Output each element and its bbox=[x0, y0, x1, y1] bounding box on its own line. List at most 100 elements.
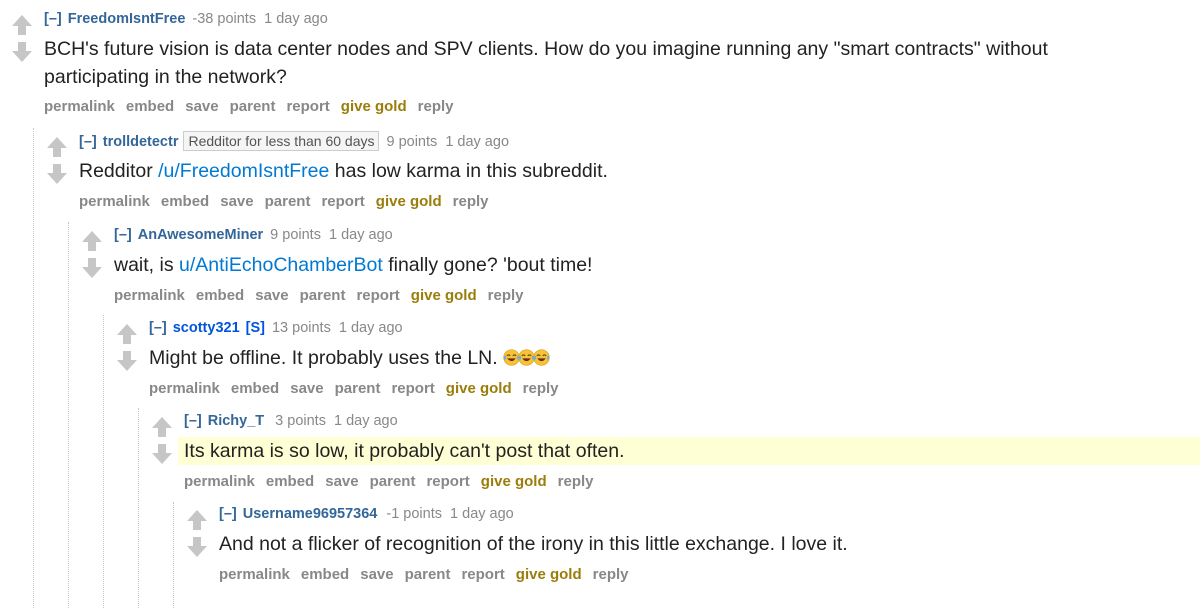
embed-button[interactable]: embed bbox=[126, 98, 174, 115]
report-button[interactable]: report bbox=[286, 98, 329, 115]
embed-button[interactable]: embed bbox=[266, 473, 314, 490]
comment-body: wait, is u/AntiEchoChamberBot finally go… bbox=[114, 251, 592, 279]
reply-button[interactable]: reply bbox=[593, 566, 629, 583]
reply-button[interactable]: reply bbox=[558, 473, 594, 490]
score: -38 points bbox=[192, 11, 257, 27]
give-gold-button[interactable]: give gold bbox=[516, 566, 582, 583]
comment: [–] scotty321 [S] 13 points 1 day ago Might… bbox=[115, 318, 1200, 403]
comment-text-line: participating in the network? bbox=[44, 66, 287, 88]
permalink-button[interactable]: permalink bbox=[114, 287, 185, 304]
permalink-button[interactable]: permalink bbox=[219, 566, 290, 583]
report-button[interactable]: report bbox=[461, 566, 504, 583]
author-link[interactable]: Username96957364 bbox=[243, 506, 378, 522]
comment-actions: permalink embed save parent report give gold r… bbox=[79, 192, 500, 212]
upvote-arrow-icon[interactable] bbox=[116, 323, 138, 345]
collapse-toggle[interactable]: [–] bbox=[219, 506, 237, 522]
comment-text: Its karma is so low, it probably can't p… bbox=[184, 440, 625, 462]
downvote-arrow-icon[interactable] bbox=[116, 350, 138, 372]
give-gold-button[interactable]: give gold bbox=[341, 98, 407, 115]
thread-line bbox=[103, 315, 104, 608]
report-button[interactable]: report bbox=[426, 473, 469, 490]
collapse-toggle[interactable]: [–] bbox=[44, 11, 62, 27]
comment-actions: permalink embed save parent report give gold r… bbox=[44, 97, 465, 117]
downvote-arrow-icon[interactable] bbox=[81, 257, 103, 279]
permalink-button[interactable]: permalink bbox=[149, 380, 220, 397]
save-button[interactable]: save bbox=[185, 98, 218, 115]
comment-tagline: [–] trolldetectr Redditor for less than 60… bbox=[79, 131, 509, 152]
comment-body: Might be offline. It probably uses the L… bbox=[149, 344, 550, 372]
upvote-arrow-icon[interactable] bbox=[11, 14, 33, 36]
report-button[interactable]: report bbox=[356, 287, 399, 304]
give-gold-button[interactable]: give gold bbox=[411, 287, 477, 304]
comment-actions: permalink embed save parent report give gold r… bbox=[149, 379, 570, 399]
reply-button[interactable]: reply bbox=[453, 193, 489, 210]
give-gold-button[interactable]: give gold bbox=[481, 473, 547, 490]
downvote-arrow-icon[interactable] bbox=[46, 163, 68, 185]
upvote-arrow-icon[interactable] bbox=[186, 509, 208, 531]
submitter-tag[interactable]: [S] bbox=[246, 320, 265, 336]
comment: [–] Richy_T 3 points 1 day ago Its karma i… bbox=[150, 411, 1200, 496]
author-link[interactable]: FreedomIsntFree bbox=[68, 11, 186, 27]
comment-text: Redditor bbox=[79, 160, 159, 182]
embed-button[interactable]: embed bbox=[161, 193, 209, 210]
score: 3 points bbox=[275, 413, 326, 429]
downvote-arrow-icon[interactable] bbox=[186, 536, 208, 558]
reply-button[interactable]: reply bbox=[523, 380, 559, 397]
upvote-arrow-icon[interactable] bbox=[46, 136, 68, 158]
parent-button[interactable]: parent bbox=[265, 193, 311, 210]
collapse-toggle[interactable]: [–] bbox=[79, 134, 97, 150]
save-button[interactable]: save bbox=[325, 473, 358, 490]
author-link[interactable]: scotty321 bbox=[173, 320, 240, 336]
user-mention-link[interactable]: /u/FreedomIsntFree bbox=[158, 160, 329, 182]
give-gold-button[interactable]: give gold bbox=[446, 380, 512, 397]
comment-body: BCH's future vision is data center nodes… bbox=[44, 35, 1048, 91]
downvote-arrow-icon[interactable] bbox=[11, 41, 33, 63]
collapse-toggle[interactable]: [–] bbox=[114, 227, 132, 243]
comment-body: Redditor /u/FreedomIsntFree has low karm… bbox=[79, 157, 608, 185]
reply-button[interactable]: reply bbox=[418, 98, 454, 115]
face-with-tears-of-joy-icon bbox=[533, 349, 550, 366]
comment-actions: permalink embed save parent report give gold r… bbox=[114, 286, 535, 306]
user-mention-link[interactable]: u/AntiEchoChamberBot bbox=[179, 254, 383, 276]
save-button[interactable]: save bbox=[360, 566, 393, 583]
report-button[interactable]: report bbox=[391, 380, 434, 397]
comment-actions: permalink embed save parent report give gold r… bbox=[219, 565, 640, 585]
vote-controls bbox=[115, 318, 141, 378]
collapse-toggle[interactable]: [–] bbox=[184, 413, 202, 429]
comment-text: And not a flicker of recognition of the … bbox=[219, 533, 848, 555]
reply-button[interactable]: reply bbox=[488, 287, 524, 304]
parent-button[interactable]: parent bbox=[370, 473, 416, 490]
score: 13 points bbox=[271, 320, 331, 336]
permalink-button[interactable]: permalink bbox=[44, 98, 115, 115]
report-button[interactable]: report bbox=[321, 193, 364, 210]
collapse-toggle[interactable]: [–] bbox=[149, 320, 167, 336]
permalink-button[interactable]: permalink bbox=[184, 473, 255, 490]
embed-button[interactable]: embed bbox=[196, 287, 244, 304]
parent-button[interactable]: parent bbox=[230, 98, 276, 115]
embed-button[interactable]: embed bbox=[231, 380, 279, 397]
comment-tagline: [–] scotty321 [S] 13 points 1 day ago bbox=[149, 318, 403, 338]
vote-controls bbox=[10, 9, 36, 69]
downvote-arrow-icon[interactable] bbox=[151, 443, 173, 465]
parent-button[interactable]: parent bbox=[335, 380, 381, 397]
comment: [–] trolldetectr Redditor for less than 60… bbox=[45, 131, 1200, 216]
author-link[interactable]: AnAwesomeMiner bbox=[138, 227, 263, 243]
thread-line bbox=[33, 128, 34, 608]
permalink-button[interactable]: permalink bbox=[79, 193, 150, 210]
upvote-arrow-icon[interactable] bbox=[151, 416, 173, 438]
timestamp: 1 day ago bbox=[329, 227, 393, 243]
parent-button[interactable]: parent bbox=[405, 566, 451, 583]
author-link[interactable]: trolldetectr bbox=[103, 134, 179, 150]
thread-line bbox=[173, 502, 174, 608]
embed-button[interactable]: embed bbox=[301, 566, 349, 583]
author-link[interactable]: Richy_T bbox=[208, 413, 264, 429]
save-button[interactable]: save bbox=[220, 193, 253, 210]
parent-button[interactable]: parent bbox=[300, 287, 346, 304]
save-button[interactable]: save bbox=[255, 287, 288, 304]
timestamp: 1 day ago bbox=[264, 11, 328, 27]
comment: [–] AnAwesomeMiner 9 points 1 day ago wait… bbox=[80, 225, 1200, 310]
save-button[interactable]: save bbox=[290, 380, 323, 397]
upvote-arrow-icon[interactable] bbox=[81, 230, 103, 252]
comment-tagline: [–] FreedomIsntFree -38 points 1 day ago bbox=[44, 9, 328, 29]
give-gold-button[interactable]: give gold bbox=[376, 193, 442, 210]
